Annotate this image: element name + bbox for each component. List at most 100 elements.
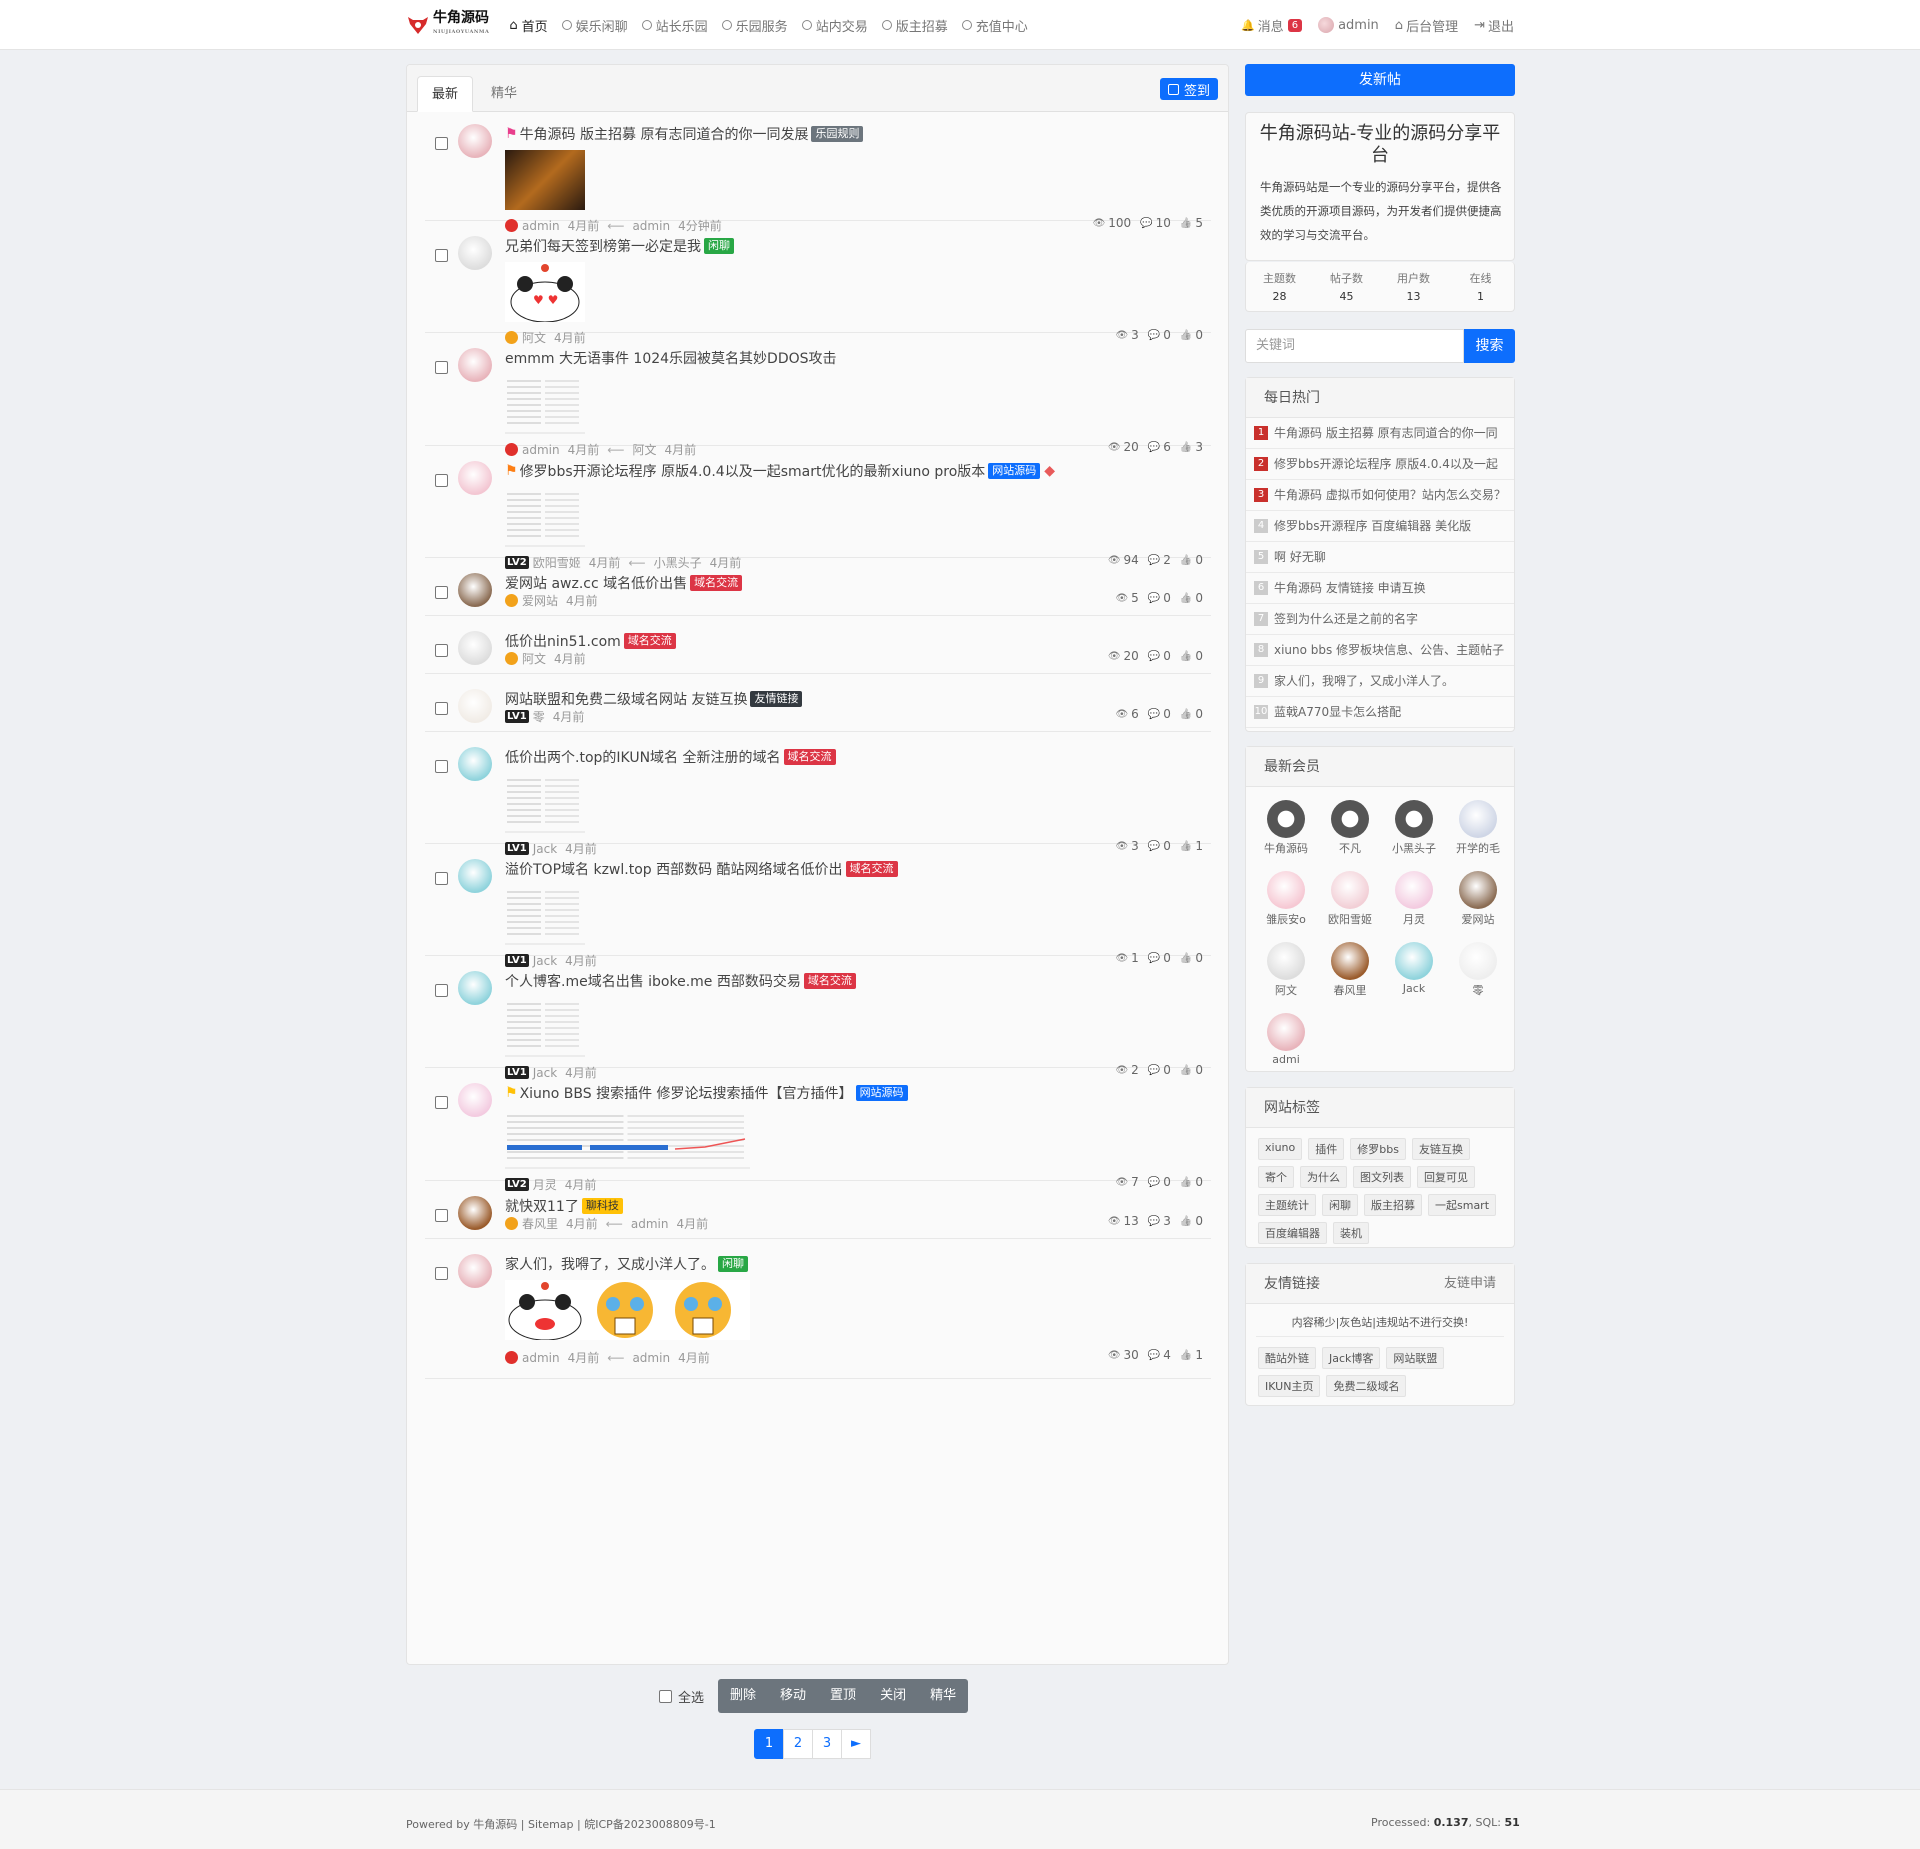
signin-button[interactable]: 签到 bbox=[1159, 78, 1218, 100]
thread-tag[interactable]: 网站源码 bbox=[855, 1085, 908, 1101]
thread-thumbnail[interactable] bbox=[505, 1280, 750, 1341]
thread-title[interactable]: 网站联盟和免费二级域名网站 友链互换 友情链接 bbox=[505, 689, 803, 709]
icp-link[interactable]: 皖ICP备2023008809号-1 bbox=[584, 1818, 716, 1831]
tag-chip[interactable]: 闲聊 bbox=[1322, 1194, 1358, 1216]
admin-link[interactable]: ⌂ 后台管理 bbox=[1395, 16, 1458, 35]
thread-thumbnail[interactable] bbox=[505, 150, 585, 210]
search-input[interactable]: 关键词 bbox=[1245, 329, 1464, 363]
tag-chip[interactable]: 为什么 bbox=[1300, 1166, 1347, 1188]
last-reply-user[interactable]: admin bbox=[632, 1351, 670, 1365]
thread-thumbnail[interactable]: ♥ ♥ bbox=[505, 262, 585, 323]
member-item[interactable]: admi bbox=[1254, 1008, 1318, 1079]
author-avatar[interactable] bbox=[458, 236, 492, 270]
hot-item[interactable]: 5 啊 好无聊 bbox=[1246, 542, 1514, 573]
author-avatar[interactable] bbox=[458, 573, 492, 607]
friend-link[interactable]: 免费二级域名 bbox=[1326, 1375, 1407, 1397]
thread-title[interactable]: 低价出两个.top的IKUN域名 全新注册的域名 域名交流 bbox=[505, 747, 836, 767]
author-avatar[interactable] bbox=[458, 461, 492, 495]
member-item[interactable]: 小黑头子 bbox=[1382, 795, 1446, 866]
footer-site-link[interactable]: 牛角源码 bbox=[473, 1818, 517, 1831]
tag-chip[interactable]: xiuno bbox=[1258, 1138, 1303, 1160]
page-button-1[interactable]: 1 bbox=[754, 1729, 784, 1759]
nav-item-5[interactable]: 版主招募 bbox=[881, 16, 948, 35]
thread-title[interactable]: ⚑ 牛角源码 版主招募 原有志同道合的你一同发展 乐园规则 bbox=[505, 124, 864, 144]
thread-thumbnail[interactable] bbox=[505, 997, 585, 1057]
tag-chip[interactable]: 插件 bbox=[1308, 1138, 1345, 1160]
thread-title[interactable]: 溢价TOP域名 kzwl.top 西部数码 酷站网络域名低价出 域名交流 bbox=[505, 859, 898, 879]
thread-tag[interactable]: 闲聊 bbox=[718, 1256, 748, 1272]
friend-link[interactable]: 酷站外链 bbox=[1258, 1347, 1316, 1369]
member-item[interactable]: 爱网站 bbox=[1446, 866, 1510, 937]
thread-thumbnail[interactable] bbox=[505, 1109, 750, 1169]
tag-chip[interactable]: 版主招募 bbox=[1364, 1194, 1422, 1216]
hot-item[interactable]: 7 签到为什么还是之前的名字 bbox=[1246, 604, 1514, 635]
hot-item[interactable]: 3 牛角源码 虚拟币如何使用？站内怎么交易？ bbox=[1246, 480, 1514, 511]
logout-link[interactable]: ⇥ 退出 bbox=[1474, 16, 1514, 35]
hot-item[interactable]: 8 xiuno bbs 修罗板块信息、公告、主题帖子 bbox=[1246, 635, 1514, 666]
author-avatar[interactable] bbox=[458, 1083, 492, 1117]
thread-thumbnail[interactable] bbox=[505, 773, 585, 833]
search-button[interactable]: 搜索 bbox=[1464, 329, 1515, 363]
select-all-checkbox[interactable] bbox=[659, 1689, 672, 1703]
thread-tag[interactable]: 聊科技 bbox=[581, 1198, 623, 1214]
member-item[interactable]: 不凡 bbox=[1318, 795, 1382, 866]
thread-tag[interactable]: 友情链接 bbox=[750, 691, 803, 707]
messages-link[interactable]: 🔔 消息 6 bbox=[1241, 16, 1303, 35]
nav-item-1[interactable]: 娱乐闲聊 bbox=[561, 16, 628, 35]
thread-tag[interactable]: 域名交流 bbox=[845, 861, 898, 877]
thread-tag[interactable]: 乐园规则 bbox=[811, 126, 864, 142]
thread-checkbox[interactable] bbox=[435, 1267, 448, 1280]
tag-chip[interactable]: 友链互换 bbox=[1411, 1138, 1470, 1160]
member-item[interactable]: 雏辰安o bbox=[1254, 866, 1318, 937]
sitemap-link[interactable]: Sitemap bbox=[528, 1818, 574, 1831]
thread-thumbnail[interactable] bbox=[505, 885, 585, 945]
page-button-2[interactable]: 2 bbox=[783, 1729, 813, 1759]
digest-button[interactable]: 精华 bbox=[918, 1679, 968, 1713]
tag-chip[interactable]: 主题统计 bbox=[1258, 1194, 1316, 1216]
nav-item-4[interactable]: 站内交易 bbox=[801, 16, 868, 35]
thread-title[interactable]: 低价出nin51.com 域名交流 bbox=[505, 631, 676, 651]
tag-chip[interactable]: 一起smart bbox=[1428, 1194, 1497, 1216]
friend-link[interactable]: IKUN主页 bbox=[1258, 1375, 1321, 1397]
tag-chip[interactable]: 图文列表 bbox=[1353, 1166, 1411, 1188]
thread-tag[interactable]: 闲聊 bbox=[704, 238, 734, 254]
close-button[interactable]: 关闭 bbox=[868, 1679, 918, 1713]
author-avatar[interactable] bbox=[458, 689, 492, 723]
author-name[interactable]: 春风里 bbox=[522, 1215, 558, 1232]
next-page-button[interactable]: ► bbox=[841, 1729, 871, 1759]
member-item[interactable]: 开学的毛 bbox=[1446, 795, 1510, 866]
thread-title[interactable]: ⚑ 修罗bbs开源论坛程序 原版4.0.4以及一起smart优化的最新xiuno … bbox=[505, 461, 1055, 481]
member-item[interactable]: 春风里 bbox=[1318, 937, 1382, 1008]
nav-item-2[interactable]: 站长乐园 bbox=[641, 16, 708, 35]
thread-tag[interactable]: 域名交流 bbox=[623, 633, 676, 649]
tag-chip[interactable]: 修罗bbs bbox=[1350, 1138, 1406, 1160]
thread-checkbox[interactable] bbox=[435, 137, 448, 150]
member-item[interactable]: 欧阳雪姬 bbox=[1318, 866, 1382, 937]
author-avatar[interactable] bbox=[458, 631, 492, 665]
author-name[interactable]: 爱网站 bbox=[522, 592, 558, 609]
thread-checkbox[interactable] bbox=[435, 1096, 448, 1109]
hot-item[interactable]: 9 家人们，我嘚了，又成小洋人了。 bbox=[1246, 666, 1514, 697]
author-avatar[interactable] bbox=[458, 747, 492, 781]
author-avatar[interactable] bbox=[458, 124, 492, 158]
thread-checkbox[interactable] bbox=[435, 872, 448, 885]
thread-tag[interactable]: 域名交流 bbox=[803, 973, 856, 989]
hot-item[interactable]: 4 修罗bbs开源程序 百度编辑器 美化版 bbox=[1246, 511, 1514, 542]
thread-thumbnail[interactable] bbox=[505, 487, 585, 547]
thread-title[interactable]: ⚑ Xiuno BBS 搜索插件 修罗论坛搜索插件【官方插件】 网站源码 bbox=[505, 1083, 908, 1103]
thread-title[interactable]: 兄弟们每天签到榜第一必定是我 闲聊 bbox=[505, 236, 734, 256]
author-name[interactable]: 零 bbox=[533, 708, 545, 725]
thread-title[interactable]: 就快双11了 聊科技 bbox=[505, 1196, 623, 1216]
member-item[interactable]: 零 bbox=[1446, 937, 1510, 1008]
member-item[interactable]: Jack bbox=[1382, 937, 1446, 1008]
new-post-button[interactable]: 发新帖 bbox=[1245, 64, 1515, 96]
member-item[interactable]: 月灵 bbox=[1382, 866, 1446, 937]
thread-checkbox[interactable] bbox=[435, 586, 448, 599]
thread-tag[interactable]: 域名交流 bbox=[690, 575, 743, 591]
site-logo[interactable]: 牛角源码 NIUJIAOYUANMA bbox=[406, 11, 489, 39]
thread-title[interactable]: 个人博客.me域名出售 iboke.me 西部数码交易 域名交流 bbox=[505, 971, 856, 991]
delete-button[interactable]: 删除 bbox=[718, 1679, 768, 1713]
thread-checkbox[interactable] bbox=[435, 760, 448, 773]
thread-title[interactable]: 家人们，我嘚了，又成小洋人了。 闲聊 bbox=[505, 1254, 748, 1274]
tab-featured[interactable]: 精华 bbox=[477, 76, 531, 112]
